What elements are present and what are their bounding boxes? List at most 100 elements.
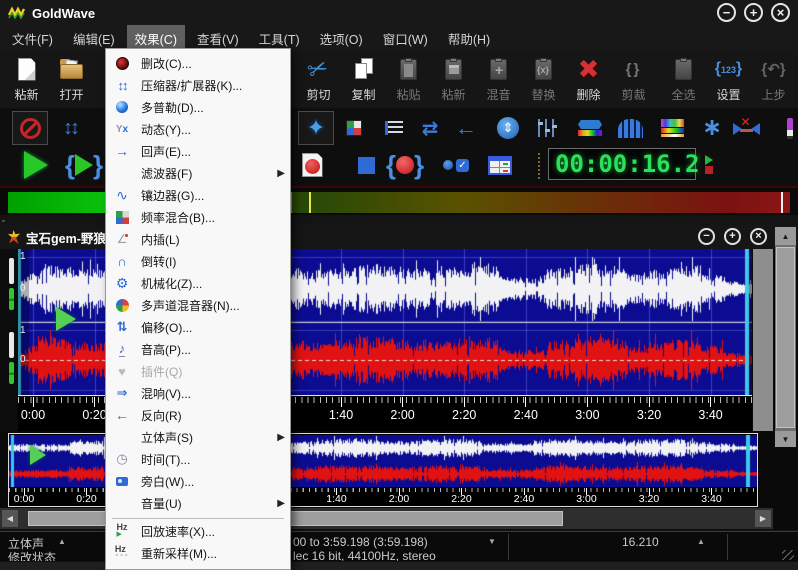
- toolbar-button[interactable]: + 混音: [476, 52, 521, 106]
- scroll-right-icon[interactable]: ▶: [755, 510, 771, 527]
- effects-menu-item[interactable]: ∠ 内插(L) ▶: [106, 228, 290, 250]
- statusbar-separator: [727, 534, 728, 560]
- timeline-tick: [341, 397, 342, 407]
- timeline-tick: [402, 397, 403, 407]
- selection-info[interactable]: 00 to 3:59.198 (3:59.198): [293, 535, 428, 549]
- resize-grip[interactable]: [782, 550, 794, 560]
- position-marker-icon[interactable]: ▲: [697, 537, 705, 546]
- levels-icon: [385, 121, 403, 135]
- submenu-arrow-icon: ▶: [277, 432, 285, 443]
- toolbar-button[interactable]: {↶} 上步: [751, 52, 796, 106]
- effects-menu-item[interactable]: Hz▶ 回放速率(X)... ▶: [106, 520, 290, 542]
- scroll-left-icon[interactable]: ◀: [2, 510, 18, 527]
- axis-label: 0: [20, 355, 26, 365]
- toolbar-button[interactable]: 粘新: [4, 52, 49, 106]
- menubar-item[interactable]: 选项(O): [312, 25, 371, 52]
- channel-strip[interactable]: [0, 249, 17, 431]
- control-button[interactable]: [12, 111, 48, 145]
- toolbar-button[interactable]: {x} 替换: [521, 52, 566, 106]
- minimize-button[interactable]: −: [717, 3, 736, 22]
- effects-menu-item[interactable]: ⚙ 机械化(Z)... ▶: [106, 272, 290, 294]
- control-button[interactable]: [612, 111, 648, 145]
- control-button[interactable]: ⇕: [490, 111, 526, 145]
- transport-button[interactable]: [294, 148, 330, 182]
- document-close-button[interactable]: ×: [750, 228, 767, 245]
- effects-menu-item[interactable]: 立体声(S) ▶: [106, 426, 290, 448]
- effects-menu-item[interactable]: 多普勒(D)... ▶: [106, 96, 290, 118]
- transport-button[interactable]: {}: [384, 148, 426, 182]
- document-minimize-button[interactable]: −: [698, 228, 715, 245]
- time-display[interactable]: 00:00:16.2: [548, 148, 696, 180]
- channel-mode-marker-icon[interactable]: ▲: [58, 537, 66, 546]
- effects-menu-item[interactable]: ⇅ 偏移(O)... ▶: [106, 316, 290, 338]
- toolbar-button[interactable]: 打开: [49, 52, 94, 106]
- control-button[interactable]: [336, 111, 372, 145]
- menubar-item[interactable]: 窗口(W): [375, 25, 436, 52]
- control-button[interactable]: ↕↕: [52, 111, 88, 145]
- control-button[interactable]: [572, 111, 608, 145]
- control-button[interactable]: [376, 111, 412, 145]
- toolbar-button[interactable]: 复制: [341, 52, 386, 106]
- toolbar-button[interactable]: ✖ 删除: [566, 52, 611, 106]
- effects-menu-item[interactable]: ∩ 倒转(I) ▶: [106, 250, 290, 272]
- menubar-item[interactable]: 帮助(H): [440, 25, 498, 52]
- play-icon: [24, 151, 48, 179]
- toolbar-button[interactable]: 粘新: [431, 52, 476, 106]
- effects-menu-item[interactable]: ← 反向(R) ▶: [106, 404, 290, 426]
- effects-menu-item[interactable]: ↕↕ 压缩器/扩展器(K)... ▶: [106, 74, 290, 96]
- toolbar-button[interactable]: 全选: [661, 52, 706, 106]
- effects-menu-item[interactable]: ∿ 镶边器(G)... ▶: [106, 184, 290, 206]
- effects-menu-item[interactable]: Hz∘∘∘ 重新采样(M)... ▶: [106, 542, 290, 564]
- overview-playback-marker[interactable]: [30, 445, 46, 465]
- delete-icon: ✖: [578, 54, 600, 84]
- effects-menu-item[interactable]: ⇒ 混响(V)... ▶: [106, 382, 290, 404]
- effects-menu-item[interactable]: 删改(C)... ▶: [106, 52, 290, 74]
- transport-button[interactable]: [482, 148, 518, 182]
- effects-menu-item[interactable]: Yx 动态(Y)... ▶: [106, 118, 290, 140]
- vertical-scrollbar-thumb[interactable]: [776, 247, 795, 428]
- effects-menu-item[interactable]: ◷ 时间(T)... ▶: [106, 448, 290, 470]
- scroll-up-icon[interactable]: ▲: [775, 227, 796, 245]
- effects-menu-item[interactable]: 频率混合(B)... ▶: [106, 206, 290, 228]
- toolbar-button[interactable]: ✂ 剪切: [296, 52, 341, 106]
- effects-menu-item[interactable]: 滤波器(F) ▶: [106, 162, 290, 184]
- timeline-label: 0:20: [72, 493, 102, 505]
- control-button[interactable]: ∗: [694, 111, 730, 145]
- control-button[interactable]: ⇄: [412, 111, 448, 145]
- menubar-item[interactable]: 文件(F): [4, 25, 61, 52]
- close-button[interactable]: ×: [771, 3, 790, 22]
- position-value[interactable]: 16.210: [622, 535, 659, 549]
- control-button[interactable]: [530, 111, 566, 145]
- file-button-group: 粘新 打开: [4, 52, 94, 106]
- control-button[interactable]: ✦: [298, 111, 334, 145]
- playback-marker[interactable]: [56, 307, 76, 331]
- toolbar-button[interactable]: 粘贴: [386, 52, 431, 106]
- transport-button[interactable]: {}: [60, 148, 108, 182]
- scroll-down-icon[interactable]: ▼: [775, 431, 796, 447]
- transport-button[interactable]: [14, 148, 58, 182]
- maximize-button[interactable]: +: [744, 3, 763, 22]
- submenu-arrow-icon: ▶: [277, 168, 285, 179]
- selection-dropdown-icon[interactable]: ▼: [488, 537, 496, 546]
- effects-menu-item[interactable]: ♥ 插件(Q) ▶: [106, 360, 290, 382]
- effects-menu-item[interactable]: → 回声(E)... ▶: [106, 140, 290, 162]
- effects-menu-item[interactable]: 旁白(W)... ▶: [106, 470, 290, 492]
- transport-button[interactable]: ✓: [438, 148, 474, 182]
- timeline-label: 2:00: [386, 408, 420, 422]
- transport-button[interactable]: [348, 148, 384, 182]
- effects-menu-item[interactable]: 音量(U) ▶: [106, 492, 290, 514]
- effects-menu-item[interactable]: ♪ 音高(P)... ▶: [106, 338, 290, 360]
- control-button[interactable]: ✕: [728, 111, 764, 145]
- timeline-label: 3:40: [697, 493, 727, 505]
- mechanize-icon: ⚙: [112, 274, 132, 292]
- effects-menu-item[interactable]: 多声道混音器(N)... ▶: [106, 294, 290, 316]
- control-button[interactable]: [772, 111, 798, 145]
- titlebar: GoldWave − + ×: [0, 0, 798, 26]
- timeline-label: 0:00: [9, 493, 39, 505]
- document-maximize-button[interactable]: +: [724, 228, 741, 245]
- toolbar-button[interactable]: {} 剪裁: [611, 52, 656, 106]
- toolbar-button[interactable]: {123} 设置: [706, 52, 751, 106]
- control-button[interactable]: ←: [448, 111, 484, 145]
- echo-icon: →: [112, 142, 132, 160]
- control-button[interactable]: [654, 111, 690, 145]
